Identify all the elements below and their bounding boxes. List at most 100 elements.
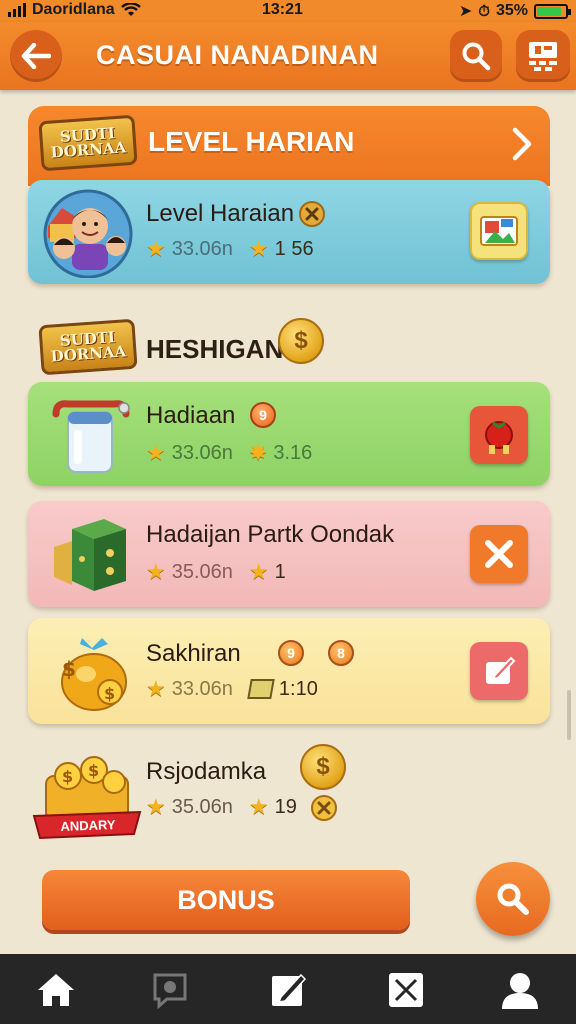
svg-text:$: $ (62, 657, 76, 681)
edit-icon (486, 656, 516, 684)
card-title: Level Haraian (146, 200, 295, 227)
location-icon: ➤ (458, 3, 473, 20)
card-rating: 35.06n (171, 560, 233, 583)
coin-icon: $ (300, 744, 346, 790)
back-button[interactable] (10, 30, 62, 82)
home-icon (38, 974, 74, 1006)
coin-icon: $ (278, 318, 324, 364)
user-icon (502, 973, 538, 1009)
bonus-button[interactable]: BONUS (42, 870, 410, 930)
grid-menu-icon (529, 42, 557, 71)
cube-box-icon (54, 519, 126, 591)
family-avatar-icon (43, 189, 133, 278)
header-search-button[interactable] (450, 30, 502, 82)
list-item[interactable]: Hadaijan Partk Oondak ★ 35.06n ★ 1 (28, 501, 550, 607)
search-icon (497, 883, 529, 915)
chevron-right-icon[interactable] (510, 126, 534, 162)
battery-icon (534, 3, 571, 19)
star-icon: ★ (248, 794, 269, 819)
section-title: LEVEL HARIAN (148, 126, 355, 157)
list-item[interactable]: Hadiaan 9 ★ 33.06n ✸ 3.16 (28, 382, 550, 486)
close-icon (485, 540, 513, 568)
reward-row[interactable]: $ $ ANDARY Rsjodamka $ ★ 35.06n ★ 19 (28, 740, 550, 852)
card-action-button[interactable] (470, 642, 528, 700)
close-coin-icon[interactable] (310, 794, 338, 822)
alarm-icon: ⏱ (478, 2, 490, 20)
section-badge: SUDTI DORNAA (38, 318, 138, 376)
card-rating: 33.06n (171, 441, 233, 464)
status-time: 13:21 (262, 1, 303, 18)
svg-text:$: $ (104, 684, 115, 703)
card-count: 3.16 (273, 441, 313, 464)
carrier-label: Daoridlana (32, 1, 115, 18)
card-rating: 33.06n (171, 677, 233, 700)
nav-close[interactable] (384, 968, 428, 1012)
star-icon: ★ (146, 676, 166, 701)
scrollbar-thumb[interactable] (567, 690, 571, 740)
close-coin-icon[interactable] (298, 200, 326, 228)
reward-meta: ★ 35.06n ★ 19 (146, 794, 297, 820)
star-icon: ★ (146, 559, 166, 584)
jar-icon (52, 400, 130, 473)
section-badge: SUDTI DORNAA (38, 114, 138, 172)
star-icon: ★ (146, 794, 166, 819)
card-action-button[interactable] (470, 406, 528, 464)
reward-rating: 35.06n (171, 795, 233, 818)
nav-edit[interactable] (266, 968, 310, 1012)
wifi-icon (120, 3, 141, 16)
badge-coin-icon: 9 (278, 640, 304, 666)
tomato-icon (485, 421, 513, 454)
bottom-nav (0, 954, 576, 1024)
battery-percent: 35% (495, 2, 528, 19)
arrow-left-icon (21, 43, 51, 69)
star-icon: ✸ (248, 440, 268, 465)
star-icon: ★ (248, 236, 269, 261)
card-rating: 33.06n (171, 237, 233, 260)
star-icon: ★ (146, 236, 166, 261)
card-count: 1 (274, 560, 286, 583)
header-menu-button[interactable] (516, 30, 570, 82)
floating-search-button[interactable] (476, 862, 550, 936)
list-item[interactable]: $ $ Sakhiran 9 8 ★ 33.06n 1:10 (28, 618, 550, 724)
card-action-button[interactable] (470, 525, 528, 583)
reward-ribbon-label: ANDARY (60, 817, 116, 834)
card-count: 1:10 (278, 677, 318, 700)
card-meta: ★ 33.06n 1:10 (146, 676, 318, 702)
badge-coin-icon: 9 (250, 402, 276, 428)
status-bar: Daoridlana 13:21 ➤ ⏱ 35% (0, 0, 576, 22)
treasure-coins-icon: $ $ (32, 756, 142, 840)
page-title: CASUAI NANADINAN (96, 40, 379, 70)
status-left: Daoridlana (8, 1, 141, 19)
search-icon (462, 42, 491, 71)
note-icon (247, 679, 275, 699)
app-header: CASUAI NANADINAN (0, 22, 576, 90)
badge-coin-icon: 8 (328, 640, 354, 666)
signal-icon (8, 3, 26, 17)
card-meta: ★ 33.06n ★ 1 56 (146, 236, 314, 262)
svg-text:$: $ (88, 761, 99, 780)
level-harian-banner[interactable]: SUDTI DORNAA LEVEL HARIAN (28, 106, 550, 186)
battery-fill (537, 6, 561, 16)
card-meta: ★ 35.06n ★ 1 (146, 559, 286, 585)
card-meta: ★ 33.06n ✸ 3.16 (146, 440, 312, 466)
level-card[interactable]: Level Haraian ★ 33.06n ★ 1 56 (28, 180, 550, 284)
card-title: Hadaijan Partk Oondak (146, 521, 395, 548)
card-count: 1 56 (274, 237, 314, 260)
star-icon: ★ (248, 559, 269, 584)
reward-title: Rsjodamka (146, 758, 267, 785)
svg-text:$: $ (62, 767, 73, 786)
nav-home[interactable] (34, 968, 78, 1012)
card-title: Sakhiran (146, 640, 241, 667)
card-title: Hadiaan (146, 402, 236, 429)
nav-chat[interactable] (148, 968, 192, 1012)
close-box-icon (389, 973, 423, 1007)
chat-icon (153, 973, 187, 1009)
picture-icon (480, 216, 518, 246)
money-bag-icon: $ $ (61, 638, 127, 711)
star-icon: ★ (146, 440, 166, 465)
level-action-button[interactable] (470, 202, 528, 260)
nav-profile[interactable] (498, 968, 542, 1012)
edit-icon (272, 973, 307, 1006)
status-right: ➤ ⏱ 35% (458, 1, 571, 21)
section-title: HESHIGAN (146, 334, 284, 364)
